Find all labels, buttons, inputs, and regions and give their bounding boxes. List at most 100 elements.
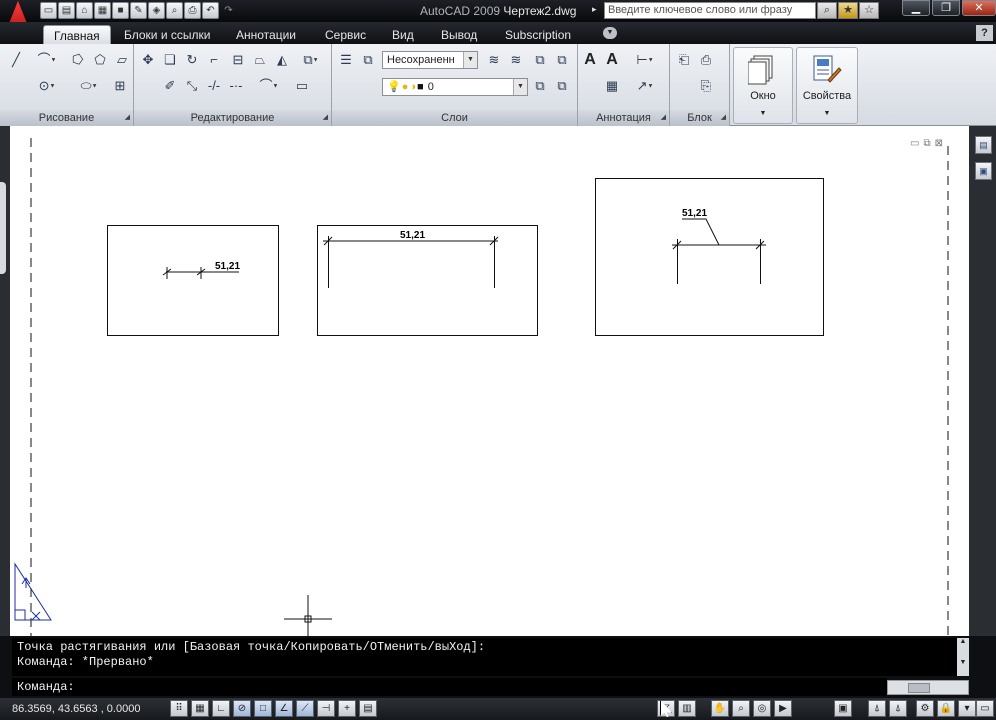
dynamic-input-icon[interactable]: ⊣ bbox=[317, 700, 335, 717]
tab-annotations[interactable]: Аннотации bbox=[236, 25, 296, 44]
edit-block-icon[interactable]: ⎘ bbox=[696, 76, 716, 96]
viewport-scale-icon[interactable]: ▣ bbox=[834, 700, 852, 717]
search-input[interactable]: Введите ключевое слово или фразу bbox=[604, 2, 816, 19]
rectangle-icon[interactable]: ▱ bbox=[112, 50, 132, 70]
panel-title-draw[interactable]: Рисование ◢ bbox=[0, 110, 133, 126]
dimension-text-3[interactable]: 51,21 bbox=[682, 208, 707, 219]
offset-icon[interactable]: ⏢ bbox=[250, 50, 270, 70]
maximize-button[interactable]: ❐ bbox=[932, 0, 960, 16]
save-as-icon[interactable]: ▦ bbox=[94, 2, 111, 19]
object-snap-icon[interactable]: □ bbox=[254, 700, 272, 717]
tool-palette-handle[interactable] bbox=[0, 182, 6, 274]
snap-mode-icon[interactable]: ⠿ bbox=[170, 700, 188, 717]
close-button[interactable]: ✕ bbox=[962, 0, 996, 16]
viewport-frame-3[interactable] bbox=[595, 178, 824, 336]
tab-blocks-refs[interactable]: Блоки и ссылки bbox=[124, 25, 210, 44]
layer-match-icon[interactable]: ⧉ bbox=[530, 76, 550, 96]
dimension-text-1[interactable]: 51,21 bbox=[215, 261, 240, 272]
layer-previous-icon[interactable]: ≋ bbox=[484, 50, 504, 70]
polygon-icon[interactable]: ⭔ bbox=[68, 50, 88, 70]
hatch-icon[interactable]: ⊞ bbox=[110, 76, 130, 96]
layer-states-icon[interactable]: ⧉ bbox=[358, 50, 378, 70]
panel-title-layers[interactable]: Слои bbox=[332, 110, 577, 126]
arc-icon[interactable]: ⬠ bbox=[90, 50, 110, 70]
multiline-text-icon[interactable]: A bbox=[580, 50, 600, 70]
ellipse-icon[interactable]: ⬭▼ bbox=[72, 76, 106, 96]
circle-icon[interactable]: ⊙▼ bbox=[30, 76, 64, 96]
redo-icon[interactable]: ↷ bbox=[220, 2, 237, 19]
rotate-icon[interactable]: ↻ bbox=[182, 50, 202, 70]
subscription-center-icon[interactable]: ★ bbox=[838, 2, 858, 19]
stretch-icon[interactable]: ✐ bbox=[160, 76, 180, 96]
clean-screen-icon[interactable]: ▭ bbox=[976, 700, 994, 717]
properties-button[interactable]: Свойства ▼ bbox=[796, 47, 858, 124]
annotation-scale-icon[interactable]: ⍋ bbox=[868, 700, 886, 717]
steering-wheel-icon[interactable]: ◎ bbox=[753, 700, 771, 717]
line-icon[interactable]: ╱ bbox=[6, 50, 26, 70]
zoom-icon[interactable]: ⌕ bbox=[732, 700, 750, 717]
layer-state-select[interactable]: Несохраненн ▼ bbox=[382, 51, 478, 69]
scale-icon[interactable]: ⤡ bbox=[182, 76, 202, 96]
ortho-mode-icon[interactable]: ∟ bbox=[212, 700, 230, 717]
dynamic-ucs-icon[interactable]: ⟋ bbox=[296, 700, 314, 717]
command-history-scrollbar[interactable]: ▲ ▼ bbox=[957, 638, 969, 676]
help-icon[interactable]: ? bbox=[976, 25, 993, 41]
viewport-frame-2[interactable] bbox=[317, 225, 538, 336]
minimize-button[interactable]: ▁ bbox=[902, 0, 930, 16]
viewport-close-icon[interactable]: ⊠ bbox=[935, 138, 943, 149]
pan-icon[interactable]: ✋ bbox=[711, 700, 729, 717]
annotation-visibility-icon[interactable]: ⍋ bbox=[889, 700, 907, 717]
quick-properties-icon[interactable]: ▤ bbox=[359, 700, 377, 717]
open-folder-icon[interactable]: ⌂ bbox=[76, 2, 93, 19]
table-icon[interactable]: ▦ bbox=[602, 76, 622, 96]
layer-off-icon[interactable]: ⧉ bbox=[552, 50, 572, 70]
layout-icon[interactable]: ▥ bbox=[678, 700, 696, 717]
undo-icon[interactable]: ↶ bbox=[202, 2, 219, 19]
workspace-icon[interactable]: ⚙ bbox=[916, 700, 934, 717]
tab-output[interactable]: Вывод bbox=[441, 25, 477, 44]
search-arrow-icon[interactable]: ▸ bbox=[592, 4, 597, 15]
polyline-icon[interactable]: ⌒▼ bbox=[30, 50, 64, 70]
window-button[interactable]: Окно ▼ bbox=[733, 47, 793, 124]
layer-isolate-icon[interactable]: ≋ bbox=[506, 50, 526, 70]
tab-subscription[interactable]: Subscription bbox=[505, 25, 571, 44]
object-snap-tracking-icon[interactable]: ∠ bbox=[275, 700, 293, 717]
status-menu-icon[interactable]: ▾ bbox=[958, 700, 976, 717]
lineweight-icon[interactable]: + bbox=[338, 700, 356, 717]
drawing-canvas[interactable]: 51,21 51,21 51,21 bbox=[10, 126, 969, 636]
layer-select[interactable]: 💡●◑■ 0 ▼ bbox=[382, 78, 528, 96]
viewport-minimize-icon[interactable]: ▭ bbox=[910, 138, 919, 149]
move-icon[interactable]: ✥ bbox=[138, 50, 158, 70]
insert-block-icon[interactable]: ⎗ bbox=[674, 50, 694, 70]
dimension-icon[interactable]: ⊢▼ bbox=[628, 50, 662, 70]
properties-palette-icon[interactable]: ▤ bbox=[975, 136, 992, 154]
favorites-icon[interactable]: ☆ bbox=[859, 2, 879, 19]
layers-icon[interactable]: ◈ bbox=[148, 2, 165, 19]
edit-icon[interactable]: ✎ bbox=[130, 2, 147, 19]
tab-home[interactable]: Главная bbox=[43, 25, 111, 44]
tab-view[interactable]: Вид bbox=[392, 25, 414, 44]
dimension-text-2[interactable]: 51,21 bbox=[400, 230, 425, 241]
command-input[interactable]: Команда: bbox=[12, 678, 887, 696]
layer-unisolate-icon[interactable]: ⧉ bbox=[530, 50, 550, 70]
polar-tracking-icon[interactable]: ⊘ bbox=[233, 700, 251, 717]
leader-icon[interactable]: ↗▼ bbox=[628, 76, 662, 96]
break-icon[interactable]: -/- bbox=[204, 76, 224, 96]
array-icon[interactable]: ⧉▼ bbox=[294, 50, 328, 70]
layer-properties-icon[interactable]: ☰ bbox=[336, 50, 356, 70]
text-edit-icon[interactable]: A bbox=[602, 50, 622, 70]
print-icon[interactable]: ⎙ bbox=[184, 2, 201, 19]
save-icon[interactable]: ■ bbox=[112, 2, 129, 19]
panel-title-modify[interactable]: Редактирование ◢ bbox=[134, 110, 331, 126]
grid-display-icon[interactable]: ▦ bbox=[191, 700, 209, 717]
lock-icon[interactable]: 🔒 bbox=[937, 700, 955, 717]
layer-walk-icon[interactable]: ⧉ bbox=[552, 76, 572, 96]
zoom-icon[interactable]: ⌕ bbox=[166, 2, 183, 19]
showmotion-icon[interactable]: ▶ bbox=[774, 700, 792, 717]
search-button[interactable]: ⌕ bbox=[817, 2, 837, 19]
mirror-icon[interactable]: ◭ bbox=[272, 50, 292, 70]
layer-palette-icon[interactable]: ▣ bbox=[975, 162, 992, 180]
dimension-leader-3[interactable] bbox=[682, 218, 720, 246]
panel-title-block[interactable]: Блок ◢ bbox=[670, 110, 729, 126]
new-icon[interactable]: ▭ bbox=[40, 2, 57, 19]
